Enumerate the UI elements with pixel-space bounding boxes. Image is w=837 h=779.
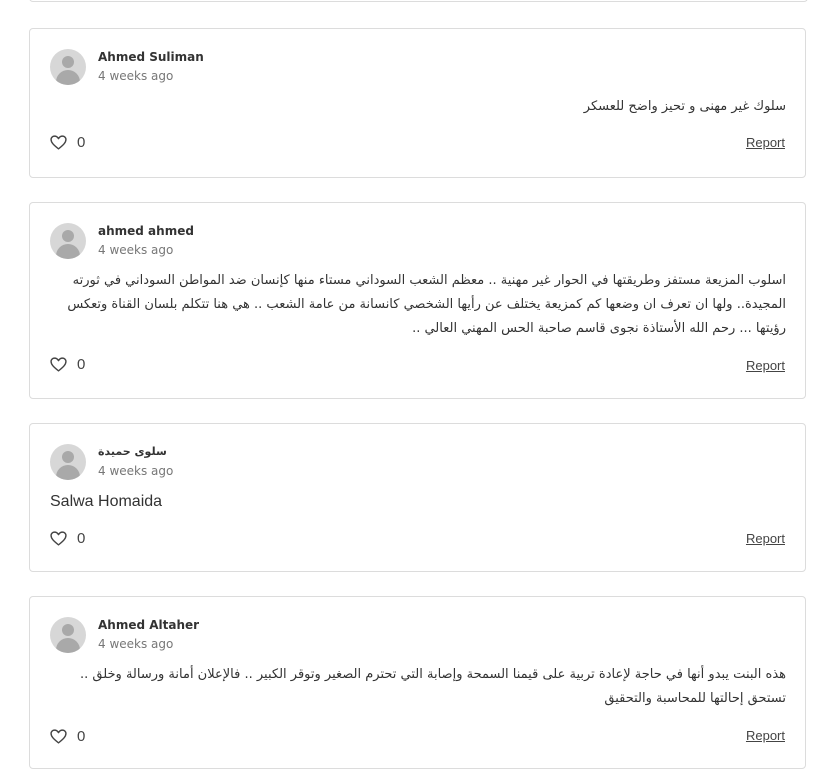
comment-text: سلوك غير مهنى و تحيز واضح للعسكر (583, 99, 786, 114)
comment-card: Ahmed Altaher 4 weeks ago هذه البنت يبدو… (29, 596, 806, 769)
comment-timestamp: 4 weeks ago (98, 243, 174, 257)
comment-card: سلوى حميدة 4 weeks ago Salwa Homaida 0 R… (29, 423, 806, 572)
avatar (50, 49, 86, 85)
heart-icon[interactable] (50, 531, 67, 546)
report-link[interactable]: Report (746, 531, 785, 546)
like-button[interactable]: 0 (50, 530, 85, 547)
comment-timestamp: 4 weeks ago (98, 69, 174, 83)
comment-author[interactable]: Ahmed Suliman (98, 50, 204, 64)
comment-card: Ahmed Suliman 4 weeks ago سلوك غير مهنى … (29, 28, 806, 178)
like-count: 0 (77, 530, 86, 547)
previous-comment-card-edge (29, 0, 808, 2)
like-count: 0 (77, 728, 86, 745)
avatar (50, 617, 86, 653)
like-button[interactable]: 0 (50, 134, 85, 151)
comment-card: ahmed ahmed 4 weeks ago اسلوب المزيعة مس… (29, 202, 806, 399)
comment-text: اسلوب المزيعة مستفز وطريقتها في الحوار غ… (67, 273, 786, 336)
heart-icon[interactable] (50, 729, 67, 744)
heart-icon[interactable] (50, 357, 67, 372)
comment-timestamp: 4 weeks ago (98, 464, 174, 478)
avatar (50, 444, 86, 480)
like-button[interactable]: 0 (50, 356, 85, 373)
comment-author[interactable]: سلوى حميدة (98, 445, 167, 458)
like-count: 0 (77, 134, 86, 151)
like-button[interactable]: 0 (50, 728, 85, 745)
report-link[interactable]: Report (746, 135, 785, 150)
report-link[interactable]: Report (746, 728, 785, 743)
comment-text: Salwa Homaida (50, 493, 163, 510)
report-link[interactable]: Report (746, 358, 785, 373)
comment-author[interactable]: ahmed ahmed (98, 224, 194, 238)
comment-timestamp: 4 weeks ago (98, 637, 174, 651)
like-count: 0 (77, 356, 86, 373)
avatar (50, 223, 86, 259)
comment-author[interactable]: Ahmed Altaher (98, 618, 199, 632)
comment-text: هذه البنت يبدو أنها في حاجة لإعادة تربية… (79, 667, 786, 706)
heart-icon[interactable] (50, 135, 67, 150)
